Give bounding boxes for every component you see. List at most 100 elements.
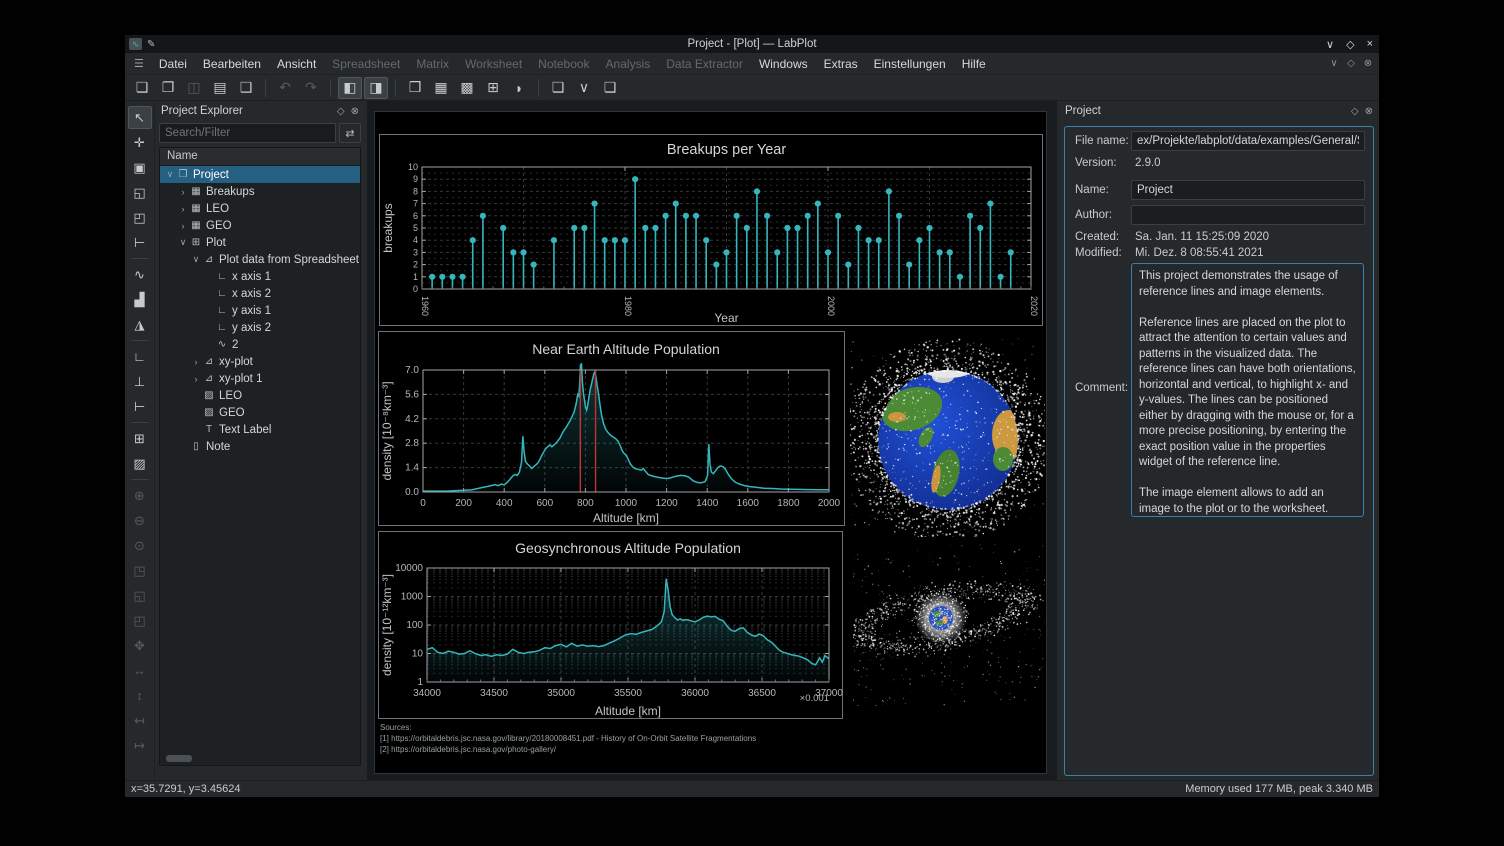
plot-near-earth-altitude[interactable]: 02004006008001000120014001600180020000.0…: [378, 331, 845, 526]
svg-text:36000: 36000: [681, 688, 709, 699]
hamburger-icon[interactable]: ☰: [127, 57, 151, 70]
new-spreadsheet-icon[interactable]: ▦: [429, 77, 453, 99]
expander-closed-icon[interactable]: ›: [177, 221, 189, 231]
menu-einstellungen[interactable]: Einstellungen: [866, 54, 954, 74]
horizontal-scrollbar[interactable]: [166, 755, 192, 762]
mdi-minimize-icon[interactable]: ∨: [1327, 58, 1341, 69]
tree-item-xy-plot[interactable]: ›⊿xy-plot: [160, 353, 360, 370]
menu-ansicht[interactable]: Ansicht: [269, 54, 324, 74]
notebook-dropdown-icon[interactable]: ∨: [572, 77, 596, 99]
tree-item-geo[interactable]: ▨GEO: [160, 404, 360, 421]
tree-item-leo[interactable]: ›▦LEO: [160, 200, 360, 217]
minimize-icon[interactable]: ∨: [1326, 38, 1334, 51]
tree-item-xy-plot-1[interactable]: ›⊿xy-plot 1: [160, 370, 360, 387]
close-dock-icon[interactable]: ⊗: [1365, 106, 1373, 117]
new-matrix-icon[interactable]: ▩: [455, 77, 479, 99]
tree-item-y-axis-1[interactable]: ∟y axis 1: [160, 302, 360, 319]
select-and-zoom-icon[interactable]: ▣: [128, 156, 152, 179]
title-bar: ∿ ✎ Project - [Plot] — LabPlot ∨ ◇ ×: [125, 35, 1379, 53]
leo-debris-image[interactable]: [850, 337, 1045, 537]
menu-bearbeiten[interactable]: Bearbeiten: [195, 54, 269, 74]
print-preview-icon[interactable]: ❑: [234, 77, 258, 99]
zoom-x-select-icon[interactable]: ◱: [128, 181, 152, 204]
new-worksheet-icon[interactable]: ⊞: [481, 77, 505, 99]
add-image-icon[interactable]: ▨: [128, 452, 152, 475]
menu-extras[interactable]: Extras: [816, 54, 866, 74]
expander-closed-icon[interactable]: ›: [177, 187, 189, 197]
add-plot-area-icon[interactable]: ⊞: [128, 427, 152, 450]
menu-hilfe[interactable]: Hilfe: [954, 54, 994, 74]
float-dock-icon[interactable]: ◇: [1351, 106, 1359, 117]
new-folder-icon[interactable]: ❒: [403, 77, 427, 99]
zoom-fit-height-icon: ◰: [128, 609, 152, 632]
expander-open-icon[interactable]: ∨: [190, 254, 202, 265]
add-axis-icon[interactable]: ∟: [128, 345, 152, 368]
close-dock-icon[interactable]: ⊗: [351, 106, 359, 117]
tree-item-plot-data-from-spreadsheet[interactable]: ∨⊿Plot data from Spreadsheet: [160, 251, 360, 268]
expander-closed-icon[interactable]: ›: [190, 374, 202, 384]
tree-item-plot[interactable]: ∨⊞Plot: [160, 234, 360, 251]
tree-item-project[interactable]: ∨❒Project: [160, 166, 360, 183]
add-fourier-filter-icon[interactable]: ◮: [128, 313, 152, 336]
sources-text-label[interactable]: Sources: [1] https://orbitaldebris.jsc.n…: [380, 722, 756, 755]
print-icon[interactable]: ▤: [208, 77, 232, 99]
svg-text:1200: 1200: [655, 498, 678, 509]
filter-options-icon[interactable]: ⇄: [339, 123, 361, 143]
plot-geosynchronous-altitude[interactable]: 3400034500350003550036000365003700011010…: [378, 531, 843, 719]
properties-dock: Project ◇ ⊗ File name: Version: 2.9.0 Na…: [1059, 101, 1379, 780]
tree-item-text-label[interactable]: TText Label: [160, 421, 360, 438]
modified-label: Modified:: [1075, 247, 1131, 259]
tree-item-y-axis-2[interactable]: ∟y axis 2: [160, 319, 360, 336]
tree-item-x-axis-1[interactable]: ∟x axis 1: [160, 268, 360, 285]
plot-breakups-per-year[interactable]: 1960198020002020012345678910Breakups per…: [379, 134, 1043, 326]
add-xy-curve-icon[interactable]: ∿: [128, 263, 152, 286]
select-and-edit-icon[interactable]: ↖: [128, 106, 152, 129]
expander-open-icon[interactable]: ∨: [164, 169, 176, 180]
comment-textarea[interactable]: This project demonstrates the usage of r…: [1131, 263, 1364, 517]
cursor-icon[interactable]: ⊢: [128, 231, 152, 254]
new-notebook-icon[interactable]: ❏: [546, 77, 570, 99]
toolbar-separator: [538, 79, 539, 97]
toggle-project-explorer-icon[interactable]: ◧: [338, 77, 362, 99]
menu-windows[interactable]: Windows: [751, 54, 816, 74]
import-file-icon[interactable]: ❏: [598, 77, 622, 99]
float-dock-icon[interactable]: ◇: [337, 106, 345, 117]
tree-item-label: xy-plot 1: [219, 373, 262, 385]
new-datapicker-icon[interactable]: ◗: [507, 77, 531, 99]
project-name-input[interactable]: [1131, 180, 1365, 200]
new-project-icon[interactable]: ❏: [130, 77, 154, 99]
search-input[interactable]: [159, 123, 336, 143]
expander-closed-icon[interactable]: ›: [177, 204, 189, 214]
worksheet-view[interactable]: 1960198020002020012345678910Breakups per…: [374, 111, 1047, 774]
navigate-icon[interactable]: ✛: [128, 131, 152, 154]
mdi-close-icon[interactable]: ⊗: [1361, 58, 1375, 69]
mdi-restore-icon[interactable]: ◇: [1344, 58, 1358, 69]
shift-left-x-icon: ↤: [128, 709, 152, 732]
svg-text:5: 5: [413, 223, 418, 233]
tree-item-geo[interactable]: ›▦GEO: [160, 217, 360, 234]
undo-icon: ↶: [273, 77, 297, 99]
tree-item-x-axis-2[interactable]: ∟x axis 2: [160, 285, 360, 302]
close-icon[interactable]: ×: [1367, 38, 1373, 50]
file-name-input[interactable]: [1131, 131, 1365, 151]
add-histogram-icon[interactable]: ▟: [128, 288, 152, 311]
tree-item-leo[interactable]: ▨LEO: [160, 387, 360, 404]
tree-item-breakups[interactable]: ›▦Breakups: [160, 183, 360, 200]
memory-usage-text: Memory used 177 MB, peak 3.340 MB: [1185, 783, 1373, 795]
mdi-window-controls: ∨◇⊗: [1327, 58, 1375, 69]
axis-icon: ∟: [215, 271, 229, 282]
author-input[interactable]: [1131, 205, 1365, 225]
expander-open-icon[interactable]: ∨: [177, 237, 189, 248]
geo-debris-image[interactable]: [853, 544, 1045, 706]
expander-closed-icon[interactable]: ›: [190, 357, 202, 367]
menu-datei[interactable]: Datei: [151, 54, 195, 74]
tree-item-2[interactable]: ∿2: [160, 336, 360, 353]
open-project-icon[interactable]: ❐: [156, 77, 180, 99]
add-axis-bottom-icon[interactable]: ⊥: [128, 370, 152, 393]
toggle-properties-explorer-icon[interactable]: ◨: [364, 77, 388, 99]
zoom-y-select-icon[interactable]: ◰: [128, 206, 152, 229]
add-axis-left-icon[interactable]: ⊢: [128, 395, 152, 418]
maximize-icon[interactable]: ◇: [1346, 38, 1354, 51]
pin-icon[interactable]: ✎: [147, 39, 155, 50]
tree-item-note[interactable]: ▯Note: [160, 438, 360, 455]
